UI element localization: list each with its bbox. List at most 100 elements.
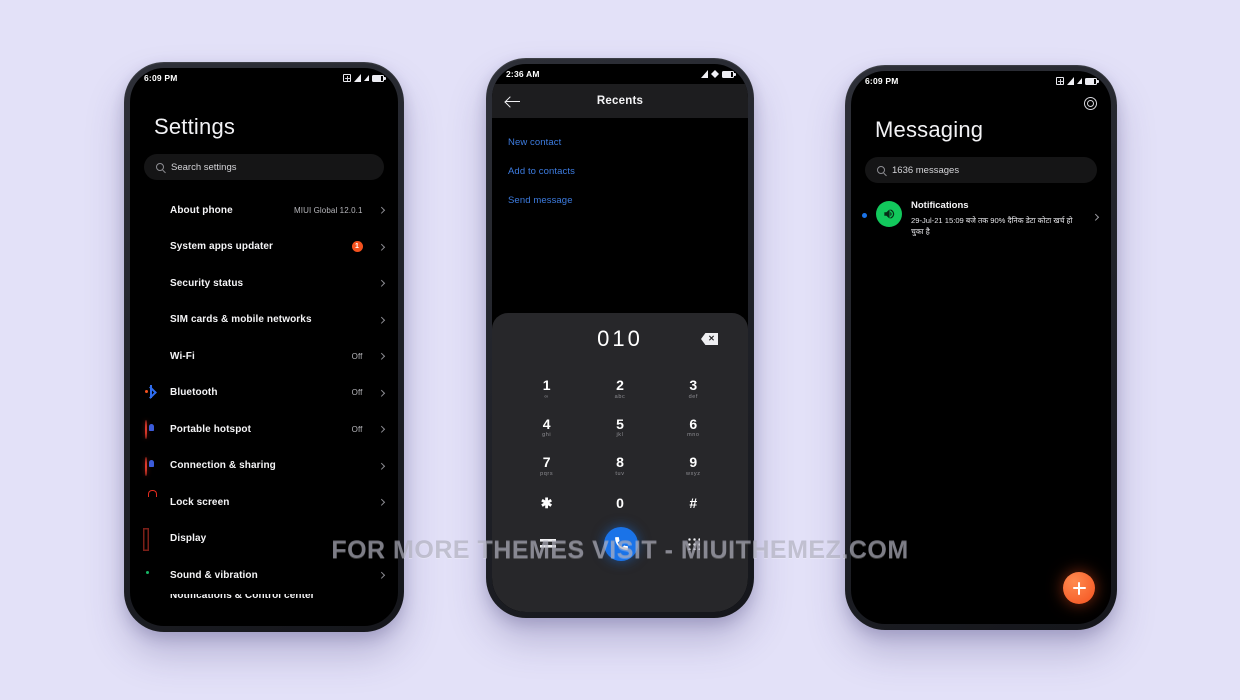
dialpad-key-3[interactable]: 3 def xyxy=(657,369,730,408)
status-bar: 2:36 AM xyxy=(492,64,748,84)
settings-screen: 6:09 PM Settings Search settings About p… xyxy=(130,68,398,626)
settings-item-label: Notifications & Control center xyxy=(170,593,315,602)
key-digit: 3 xyxy=(689,377,698,393)
search-placeholder: 1636 messages xyxy=(892,164,960,176)
key-sublabel: jkl xyxy=(616,432,624,439)
menu-icon[interactable] xyxy=(540,538,557,549)
dialpad-key-hash[interactable]: # xyxy=(657,485,730,521)
wifi-icon xyxy=(144,348,158,364)
dialpad-grid-icon[interactable] xyxy=(686,537,700,551)
alarm-icon xyxy=(1056,77,1064,85)
settings-item-label: Wi-Fi xyxy=(170,350,195,362)
dialpad-key-5[interactable]: 5 jkl xyxy=(583,408,656,447)
search-input[interactable]: Search settings xyxy=(144,154,384,180)
backspace-icon[interactable]: ✕ xyxy=(701,333,718,345)
call-icon xyxy=(615,537,628,551)
key-digit: # xyxy=(689,495,698,512)
dialpad-key-0[interactable]: 0 xyxy=(583,485,656,521)
sidebar-item-system-apps-updater[interactable]: System apps updater 1 xyxy=(130,229,398,266)
sidebar-item-about-phone[interactable]: About phone MIUI Global 12.0.1 xyxy=(130,192,398,229)
hotspot-icon xyxy=(144,456,158,476)
dialpad-row: 7 pqrs 8 tuv 9 wxyz xyxy=(510,446,730,485)
dialpad-key-4[interactable]: 4 ghi xyxy=(510,408,583,447)
settings-item-label: SIM cards & mobile networks xyxy=(170,314,312,326)
list-item[interactable]: Notifications 29-Jul-21 15:09 बजे तक 90%… xyxy=(851,183,1111,237)
screenshot-stage: 6:09 PM Settings Search settings About p… xyxy=(0,0,1240,700)
dialpad-key-7[interactable]: 7 pqrs xyxy=(510,446,583,485)
dialpad-key-1[interactable]: 1 ∞ xyxy=(510,369,583,408)
settings-item-label: About phone xyxy=(170,204,233,216)
status-bar-time: 6:09 PM xyxy=(144,73,178,83)
signal-icon xyxy=(354,74,361,82)
chevron-right-icon xyxy=(377,207,384,214)
wifi-icon xyxy=(711,70,719,78)
alarm-icon xyxy=(343,74,351,82)
gear-icon[interactable] xyxy=(1084,97,1097,110)
avatar xyxy=(876,201,902,227)
menu-item-send-message[interactable]: Send message xyxy=(508,186,732,215)
back-arrow-icon[interactable] xyxy=(506,96,520,107)
sidebar-item-portable-hotspot[interactable]: Portable hotspot Off xyxy=(130,411,398,448)
hotspot-icon xyxy=(144,420,158,440)
search-input[interactable]: 1636 messages xyxy=(865,157,1097,183)
status-bar-icons xyxy=(343,74,386,82)
dialed-number[interactable]: 010 xyxy=(597,326,643,352)
dialpad-key-star[interactable]: ✱ xyxy=(510,485,583,521)
settings-item-label: Sound & vibration xyxy=(170,569,258,581)
sidebar-item-sound-vibration[interactable]: Sound & vibration xyxy=(130,557,398,594)
dialpad-row: ✱ 0 # xyxy=(510,485,730,521)
dialpad-key-2[interactable]: 2 abc xyxy=(583,369,656,408)
chevron-right-icon xyxy=(377,280,384,287)
key-digit: 2 xyxy=(616,377,624,393)
shield-icon xyxy=(144,275,158,291)
status-badge: 1 xyxy=(351,241,363,253)
settings-item-label: Connection & sharing xyxy=(170,460,276,472)
chevron-right-icon xyxy=(377,389,384,396)
settings-item-label: Portable hotspot xyxy=(170,423,252,435)
battery-icon xyxy=(1085,77,1099,85)
key-digit: 6 xyxy=(689,415,698,432)
chevron-right-icon xyxy=(377,243,384,250)
search-icon xyxy=(156,163,164,171)
call-button[interactable] xyxy=(604,526,639,561)
notification-icon xyxy=(144,594,158,604)
settings-item-value: MIUI Global 12.0.1 xyxy=(294,205,363,215)
brightness-icon xyxy=(144,531,158,547)
status-bar-icons xyxy=(1056,77,1099,85)
key-digit: 0 xyxy=(616,495,624,512)
sidebar-item-notifications[interactable]: Notifications & Control center xyxy=(130,594,398,616)
key-digit: 9 xyxy=(689,454,698,471)
sidebar-item-sim-cards[interactable]: SIM cards & mobile networks xyxy=(130,302,398,339)
key-digit: 1 xyxy=(542,377,551,393)
key-digit: ✱ xyxy=(540,495,553,512)
speaker-icon xyxy=(884,209,895,219)
status-bar-icons xyxy=(701,70,736,78)
key-sublabel: ghi xyxy=(542,432,552,439)
sidebar-item-display[interactable]: Display xyxy=(130,521,398,558)
key-digit: 7 xyxy=(542,454,551,471)
menu-item-add-to-contacts[interactable]: Add to contacts xyxy=(508,157,732,186)
phone-dialer: 2:36 AM Recents New contact Add to conta… xyxy=(486,58,754,618)
key-sublabel: ∞ xyxy=(544,393,549,400)
compose-message-button[interactable] xyxy=(1063,572,1095,604)
chevron-right-icon xyxy=(1091,214,1098,221)
chevron-right-icon xyxy=(377,572,384,579)
dialpad-key-9[interactable]: 9 wxyz xyxy=(657,446,730,485)
dialed-number-row: 010 ✕ xyxy=(492,313,748,365)
menu-item-new-contact[interactable]: New contact xyxy=(508,128,732,157)
dialpad-key-6[interactable]: 6 mno xyxy=(657,408,730,447)
sidebar-item-bluetooth[interactable]: Bluetooth Off xyxy=(130,375,398,412)
key-sublabel: mno xyxy=(687,432,700,439)
settings-list: About phone MIUI Global 12.0.1 System ap… xyxy=(130,192,398,616)
signal-icon xyxy=(364,75,369,81)
chevron-right-icon xyxy=(377,499,384,506)
key-digit: 8 xyxy=(616,454,624,471)
sidebar-item-wifi[interactable]: Wi-Fi Off xyxy=(130,338,398,375)
sidebar-item-security-status[interactable]: Security status xyxy=(130,265,398,302)
settings-item-label: Display xyxy=(170,533,207,545)
sidebar-item-connection-sharing[interactable]: Connection & sharing xyxy=(130,448,398,485)
dialpad-key-8[interactable]: 8 tuv xyxy=(583,446,656,485)
sidebar-item-lock-screen[interactable]: Lock screen xyxy=(130,484,398,521)
settings-item-label: System apps updater xyxy=(170,241,274,253)
key-digit: 4 xyxy=(542,415,551,432)
